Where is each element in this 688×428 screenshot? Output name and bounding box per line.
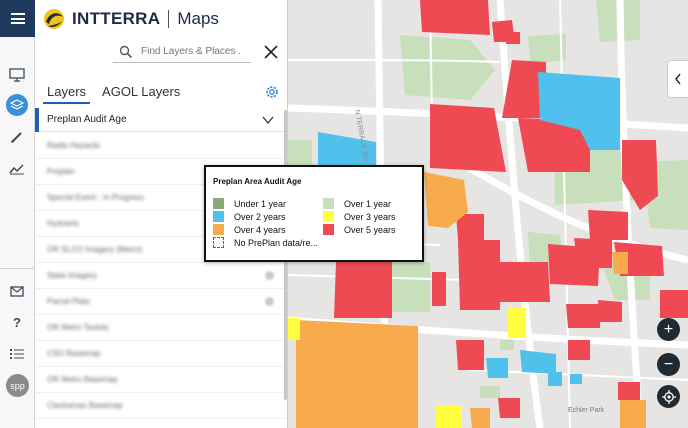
chevron-left-icon <box>675 73 681 85</box>
layers-icon <box>10 99 24 110</box>
layer-row[interactable]: State Imagery <box>35 263 287 289</box>
left-rail: ? spp <box>0 0 35 428</box>
legend-swatch <box>213 211 224 222</box>
legend-item: Over 5 years <box>323 224 396 235</box>
active-layer-label: Preplan Audit Age <box>47 114 127 125</box>
analytics-button[interactable] <box>6 158 28 180</box>
layer-label: CSO Basemap <box>47 349 101 358</box>
brand-divider <box>168 10 170 28</box>
crosshair-icon <box>661 389 676 404</box>
brand-header: INTTERRA Maps <box>43 6 219 32</box>
legend-swatch <box>213 237 224 248</box>
search-field[interactable] <box>113 41 251 63</box>
layer-label: Radio Hazards <box>47 141 100 150</box>
zoom-out-button[interactable]: − <box>657 353 680 376</box>
layer-row[interactable]: Parcel Plats <box>35 289 287 315</box>
legend-label: Over 5 years <box>344 224 396 235</box>
info-icon[interactable] <box>265 271 274 280</box>
legend-title: Preplan Area Audit Age <box>213 177 302 186</box>
menu-button[interactable] <box>0 0 35 37</box>
minus-icon: − <box>663 355 674 373</box>
mail-icon <box>10 285 24 297</box>
draw-button[interactable] <box>6 126 28 148</box>
park-label: Echler Park <box>568 407 605 414</box>
layer-row[interactable]: OR Metro Basemap <box>35 367 287 393</box>
user-avatar[interactable]: spp <box>6 374 29 397</box>
legend-label: Over 1 year <box>344 198 392 209</box>
intterra-logo-icon <box>43 8 65 30</box>
layer-label: Hydrants <box>47 219 80 228</box>
brand-name: INTTERRA <box>72 9 161 28</box>
legend-swatch <box>213 224 224 235</box>
hamburger-icon <box>10 11 25 27</box>
layer-label: State Imagery <box>47 271 97 280</box>
locate-button[interactable] <box>657 385 680 408</box>
zoom-in-button[interactable]: + <box>657 318 680 341</box>
legend-swatch <box>323 224 334 235</box>
panel-tabs: Layers AGOL Layers <box>43 82 192 104</box>
question-mark-icon: ? <box>13 314 21 330</box>
layers-button[interactable] <box>6 94 28 116</box>
layer-label: Special Event - In Progress <box>47 193 144 202</box>
expand-panel-handle[interactable] <box>667 60 688 98</box>
layer-label: OR SLCO Imagery (Metro) <box>47 245 143 254</box>
tab-agol-layers[interactable]: AGOL Layers <box>98 82 184 104</box>
legend-swatch <box>213 198 224 209</box>
pencil-icon <box>11 132 22 143</box>
info-icon[interactable] <box>265 297 274 306</box>
list-button[interactable] <box>6 342 28 364</box>
list-icon <box>10 348 24 359</box>
help-button[interactable]: ? <box>6 311 28 333</box>
settings-button[interactable] <box>264 84 280 100</box>
legend-label: No PrePlan data/re... <box>234 237 319 248</box>
search-icon <box>119 45 133 58</box>
active-indicator <box>35 108 39 132</box>
legend-label: Under 1 year <box>234 198 287 209</box>
layer-row[interactable]: OR Metro Taxlots <box>35 315 287 341</box>
legend-label: Over 2 years <box>234 211 286 222</box>
layer-label: Preplan <box>47 167 75 176</box>
chevron-down-icon[interactable] <box>262 115 274 125</box>
layer-row[interactable]: Radio Hazards <box>35 133 287 159</box>
layer-row[interactable]: Clackamas Basemap <box>35 393 287 419</box>
legend-label: Over 3 years <box>344 211 396 222</box>
layer-label: Clackamas Basemap <box>47 401 123 410</box>
legend-item: No PrePlan data/re... <box>213 237 318 248</box>
plus-icon: + <box>663 320 674 338</box>
messages-button[interactable] <box>6 280 28 302</box>
search-input[interactable] <box>141 46 241 57</box>
tab-layers[interactable]: Layers <box>43 82 91 104</box>
monitor-icon <box>9 68 25 82</box>
rail-divider <box>0 268 35 269</box>
gear-icon <box>266 86 278 98</box>
layer-label: Parcel Plats <box>47 297 90 306</box>
legend-swatch <box>323 198 334 209</box>
legend-item: Over 2 years <box>213 211 286 222</box>
legend-item: Under 1 year <box>213 198 286 209</box>
layer-row[interactable]: CSO Basemap <box>35 341 287 367</box>
legend-swatch <box>323 211 334 222</box>
layer-label: OR Metro Taxlots <box>47 323 109 332</box>
legend-item: Over 4 years <box>213 224 286 235</box>
brand-product: Maps <box>177 9 219 28</box>
presentation-button[interactable] <box>6 64 28 86</box>
close-panel-button[interactable] <box>261 42 281 62</box>
legend-popup: Preplan Area Audit Age Under 1 year Over … <box>204 165 424 262</box>
active-layer-row[interactable]: Preplan Audit Age <box>35 108 287 132</box>
layer-label: OR Metro Basemap <box>47 375 118 384</box>
legend-item: Over 3 years <box>323 211 396 222</box>
close-icon <box>264 45 278 59</box>
legend-item: Over 1 year <box>323 198 391 209</box>
legend-label: Over 4 years <box>234 224 286 235</box>
chart-line-icon <box>9 164 24 175</box>
